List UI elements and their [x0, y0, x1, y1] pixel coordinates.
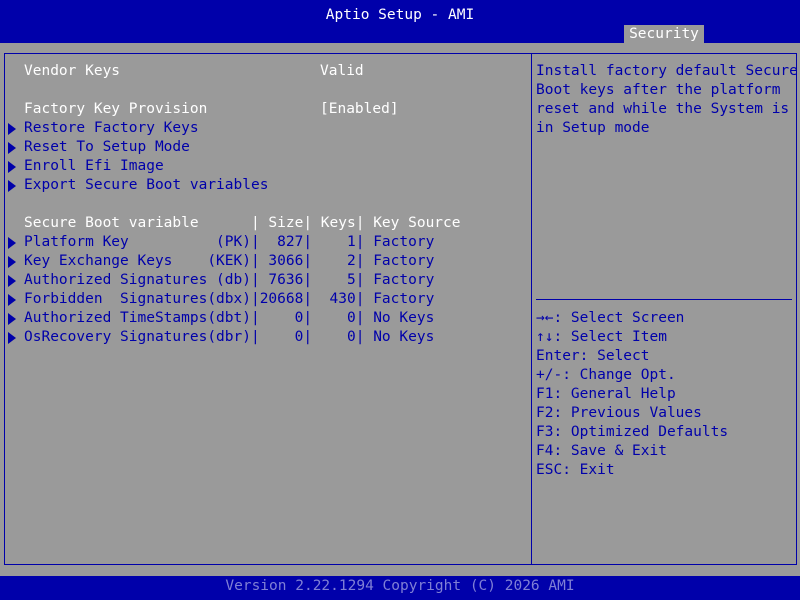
key-help-select-screen: →←: Select Screen [536, 310, 685, 326]
app-title: Aptio Setup - AMI [325, 7, 475, 23]
help-text-line: Install factory default Secure [536, 63, 798, 79]
tab-security[interactable]: Security [624, 25, 704, 43]
table-row-db[interactable]: Authorized Signatures (db)| 7636| 5| Fac… [24, 271, 434, 290]
key-help-f1: F1: General Help [536, 386, 676, 402]
panel-divider [531, 53, 532, 565]
help-text-line: in Setup mode [536, 120, 650, 136]
submenu-arrow-icon [8, 142, 16, 154]
factory-key-provision-value[interactable]: [Enabled] [320, 100, 399, 119]
submenu-arrow-icon [8, 237, 16, 249]
table-row-dbx[interactable]: Forbidden Signatures(dbx)|20668| 430| Fa… [24, 290, 434, 309]
menu-item-export-secure-boot-variables[interactable]: Export Secure Boot variables [24, 176, 268, 195]
factory-key-provision-label[interactable]: Factory Key Provision [24, 100, 207, 119]
submenu-arrow-icon [8, 123, 16, 135]
footer-version: Version 2.22.1294 Copyright (C) 2026 AMI [225, 578, 575, 594]
key-help-f2: F2: Previous Values [536, 405, 702, 421]
variable-table-header: Secure Boot variable | Size| Keys| Key S… [24, 215, 461, 231]
help-text-line: Boot keys after the platform [536, 82, 781, 98]
table-row-kek[interactable]: Key Exchange Keys (KEK)| 3066| 2| Factor… [24, 252, 434, 271]
key-help-select-item: ↑↓: Select Item [536, 329, 667, 345]
key-help-f3: F3: Optimized Defaults [536, 424, 729, 440]
key-help-f4: F4: Save & Exit [536, 443, 667, 459]
submenu-arrow-icon [8, 180, 16, 192]
table-row-pk[interactable]: Platform Key (PK)| 827| 1| Factory [24, 233, 434, 252]
table-row-dbr[interactable]: OsRecovery Signatures(dbr)| 0| 0| No Key… [24, 328, 434, 347]
menu-item-restore-factory-keys[interactable]: Restore Factory Keys [24, 119, 199, 138]
submenu-arrow-icon [8, 275, 16, 287]
table-row-dbt[interactable]: Authorized TimeStamps(dbt)| 0| 0| No Key… [24, 309, 434, 328]
submenu-arrow-icon [8, 294, 16, 306]
help-divider [536, 299, 792, 300]
submenu-arrow-icon [8, 313, 16, 325]
submenu-arrow-icon [8, 332, 16, 344]
vendor-keys-label: Vendor Keys [24, 63, 121, 79]
submenu-arrow-icon [8, 256, 16, 268]
key-help-enter: Enter: Select [536, 348, 650, 364]
submenu-arrow-icon [8, 161, 16, 173]
menu-item-reset-to-setup-mode[interactable]: Reset To Setup Mode [24, 138, 190, 157]
help-text-line: reset and while the System is [536, 101, 790, 117]
key-help-esc: ESC: Exit [536, 462, 615, 478]
vendor-keys-value: Valid [320, 63, 364, 79]
menu-item-enroll-efi-image[interactable]: Enroll Efi Image [24, 157, 164, 176]
key-help-change-opt: +/-: Change Opt. [536, 367, 676, 383]
